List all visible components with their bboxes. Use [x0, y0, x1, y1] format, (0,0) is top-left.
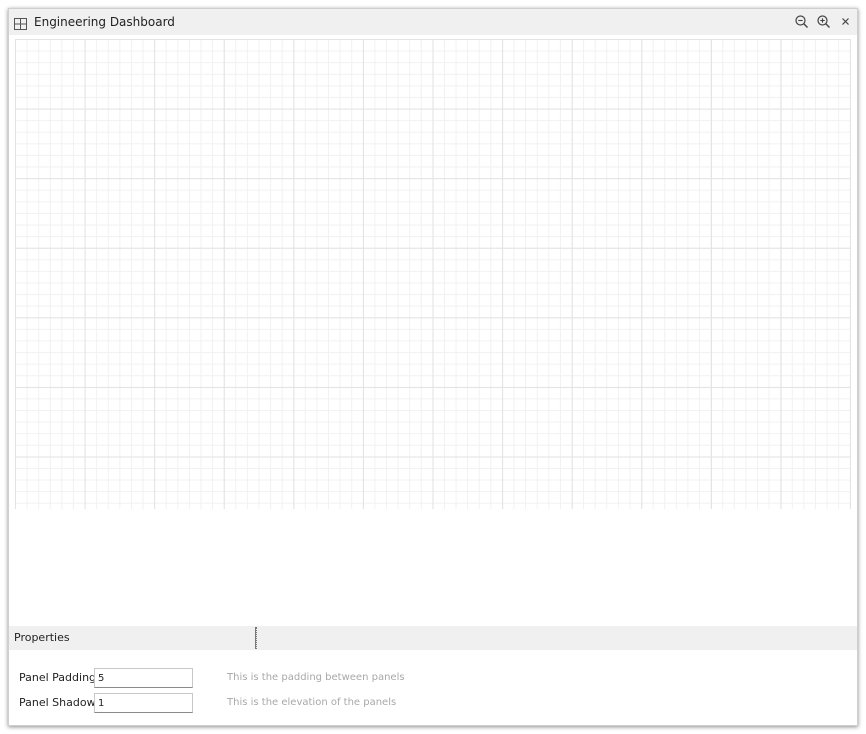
column-splitter[interactable] — [255, 627, 257, 649]
grid-layout-icon — [14, 15, 27, 30]
zoom-in-button[interactable] — [815, 13, 833, 31]
zoom-out-icon — [795, 15, 808, 28]
dashboard-window: Engineering Dashboard Properties Panel P… — [8, 8, 858, 726]
panel-shadow-input[interactable] — [94, 693, 193, 713]
panel-padding-input[interactable] — [94, 668, 193, 688]
panel-padding-label: Panel Padding — [19, 671, 97, 684]
panel-padding-description: This is the padding between panels — [227, 672, 405, 683]
dashboard-canvas-grid[interactable] — [15, 39, 851, 509]
zoom-out-button[interactable] — [793, 13, 811, 31]
properties-header: Properties — [9, 626, 857, 650]
window-title: Engineering Dashboard — [34, 15, 175, 29]
property-row-panel-shadow: Panel Shadow This is the elevation of th… — [9, 693, 857, 715]
panel-shadow-label: Panel Shadow — [19, 696, 96, 709]
property-row-panel-padding: Panel Padding This is the padding betwee… — [9, 668, 857, 690]
panel-shadow-description: This is the elevation of the panels — [227, 697, 397, 708]
close-button[interactable] — [837, 13, 855, 31]
properties-title: Properties — [14, 631, 70, 644]
title-bar: Engineering Dashboard — [9, 9, 857, 35]
close-icon — [842, 18, 849, 25]
zoom-in-icon — [817, 15, 830, 28]
